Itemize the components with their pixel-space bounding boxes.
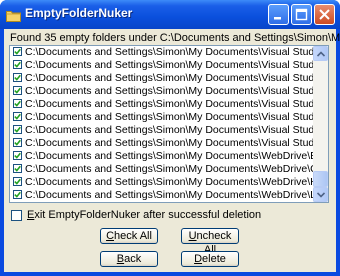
scroll-down-button[interactable] xyxy=(313,187,328,202)
folder-checkbox[interactable] xyxy=(13,86,22,95)
folder-list-item[interactable]: C:\Documents and Settings\Simon\My Docum… xyxy=(10,163,314,176)
folder-path: C:\Documents and Settings\Simon\My Docum… xyxy=(25,163,314,175)
minimize-icon xyxy=(274,17,281,20)
back-button[interactable]: Back xyxy=(100,251,158,267)
window-client-area: Found 35 empty folders under C:\Document… xyxy=(4,29,340,272)
folder-icon xyxy=(6,7,21,22)
folder-list-item[interactable]: C:\Documents and Settings\Simon\My Docum… xyxy=(10,176,314,189)
folder-checkbox[interactable] xyxy=(13,190,22,199)
exit-after-delete-checkbox[interactable] xyxy=(11,210,22,221)
folder-path: C:\Documents and Settings\Simon\My Docum… xyxy=(25,137,314,149)
folder-checkbox[interactable] xyxy=(13,47,22,56)
folder-path: C:\Documents and Settings\Simon\My Docum… xyxy=(25,59,314,71)
check-all-button[interactable]: Check All xyxy=(100,228,158,244)
folder-path: C:\Documents and Settings\Simon\My Docum… xyxy=(25,85,314,97)
folder-path: C:\Documents and Settings\Simon\My Docum… xyxy=(25,72,314,84)
folder-checkbox[interactable] xyxy=(13,112,22,121)
folder-list-item[interactable]: C:\Documents and Settings\Simon\My Docum… xyxy=(10,59,314,72)
scroll-thumb[interactable] xyxy=(313,171,328,187)
folder-path: C:\Documents and Settings\Simon\My Docum… xyxy=(25,46,314,58)
folder-checkbox[interactable] xyxy=(13,99,22,108)
close-button[interactable] xyxy=(314,4,335,25)
minimize-button[interactable] xyxy=(268,4,289,25)
checkmark-icon xyxy=(14,139,21,146)
folder-path: C:\Documents and Settings\Simon\My Docum… xyxy=(25,111,314,123)
window-title: EmptyFolderNuker xyxy=(25,6,133,20)
folder-list-item[interactable]: C:\Documents and Settings\Simon\My Docum… xyxy=(10,85,314,98)
chevron-down-icon xyxy=(317,192,325,198)
checkmark-icon xyxy=(14,48,21,55)
folder-checkbox[interactable] xyxy=(13,138,22,147)
folder-list-item[interactable]: C:\Documents and Settings\Simon\My Docum… xyxy=(10,98,314,111)
folder-list-item[interactable]: C:\Documents and Settings\Simon\My Docum… xyxy=(10,137,314,150)
folder-checkbox[interactable] xyxy=(13,73,22,82)
folder-checkbox[interactable] xyxy=(13,151,22,160)
app-window: EmptyFolderNuker Found 35 empty folders … xyxy=(0,0,340,276)
checkmark-icon xyxy=(14,191,21,198)
vertical-scrollbar[interactable] xyxy=(313,46,328,202)
checkmark-icon xyxy=(14,87,21,94)
close-icon xyxy=(319,9,330,20)
folder-list-item[interactable]: C:\Documents and Settings\Simon\My Docum… xyxy=(10,124,314,137)
folder-path: C:\Documents and Settings\Simon\My Docum… xyxy=(25,124,314,136)
checkmark-icon xyxy=(14,152,21,159)
scroll-up-button[interactable] xyxy=(313,46,328,61)
folder-list-item[interactable]: C:\Documents and Settings\Simon\My Docum… xyxy=(10,46,314,59)
folder-path: C:\Documents and Settings\Simon\My Docum… xyxy=(25,150,314,162)
folder-list-item[interactable]: C:\Documents and Settings\Simon\My Docum… xyxy=(10,72,314,85)
delete-button[interactable]: Delete xyxy=(181,251,239,267)
checkmark-icon xyxy=(14,178,21,185)
folder-list-item[interactable]: C:\Documents and Settings\Simon\My Docum… xyxy=(10,111,314,124)
folder-path: C:\Documents and Settings\Simon\My Docum… xyxy=(25,98,314,110)
status-text: Found 35 empty folders under C:\Document… xyxy=(10,32,340,44)
maximize-icon xyxy=(295,8,308,21)
folder-checkbox[interactable] xyxy=(13,125,22,134)
folder-list[interactable]: C:\Documents and Settings\Simon\My Docum… xyxy=(9,45,329,203)
folder-path: C:\Documents and Settings\Simon\My Docum… xyxy=(25,176,314,188)
checkmark-icon xyxy=(14,165,21,172)
folder-list-item[interactable]: C:\Documents and Settings\Simon\My Docum… xyxy=(10,150,314,163)
checkmark-icon xyxy=(14,100,21,107)
checkmark-icon xyxy=(14,61,21,68)
folder-list-item[interactable]: C:\Documents and Settings\Simon\My Docum… xyxy=(10,189,314,202)
folder-checkbox[interactable] xyxy=(13,164,22,173)
checkmark-icon xyxy=(14,74,21,81)
folder-path: C:\Documents and Settings\Simon\My Docum… xyxy=(25,189,314,201)
chevron-up-icon xyxy=(317,51,325,57)
folder-checkbox[interactable] xyxy=(13,60,22,69)
folder-checkbox[interactable] xyxy=(13,177,22,186)
maximize-button[interactable] xyxy=(291,4,312,25)
title-bar[interactable]: EmptyFolderNuker xyxy=(0,0,340,29)
checkmark-icon xyxy=(14,113,21,120)
exit-option-label: Exit EmptyFolderNuker after successful d… xyxy=(27,209,262,221)
uncheck-all-button[interactable]: Uncheck All xyxy=(181,228,239,256)
checkmark-icon xyxy=(14,126,21,133)
folder-rows: C:\Documents and Settings\Simon\My Docum… xyxy=(10,46,314,202)
